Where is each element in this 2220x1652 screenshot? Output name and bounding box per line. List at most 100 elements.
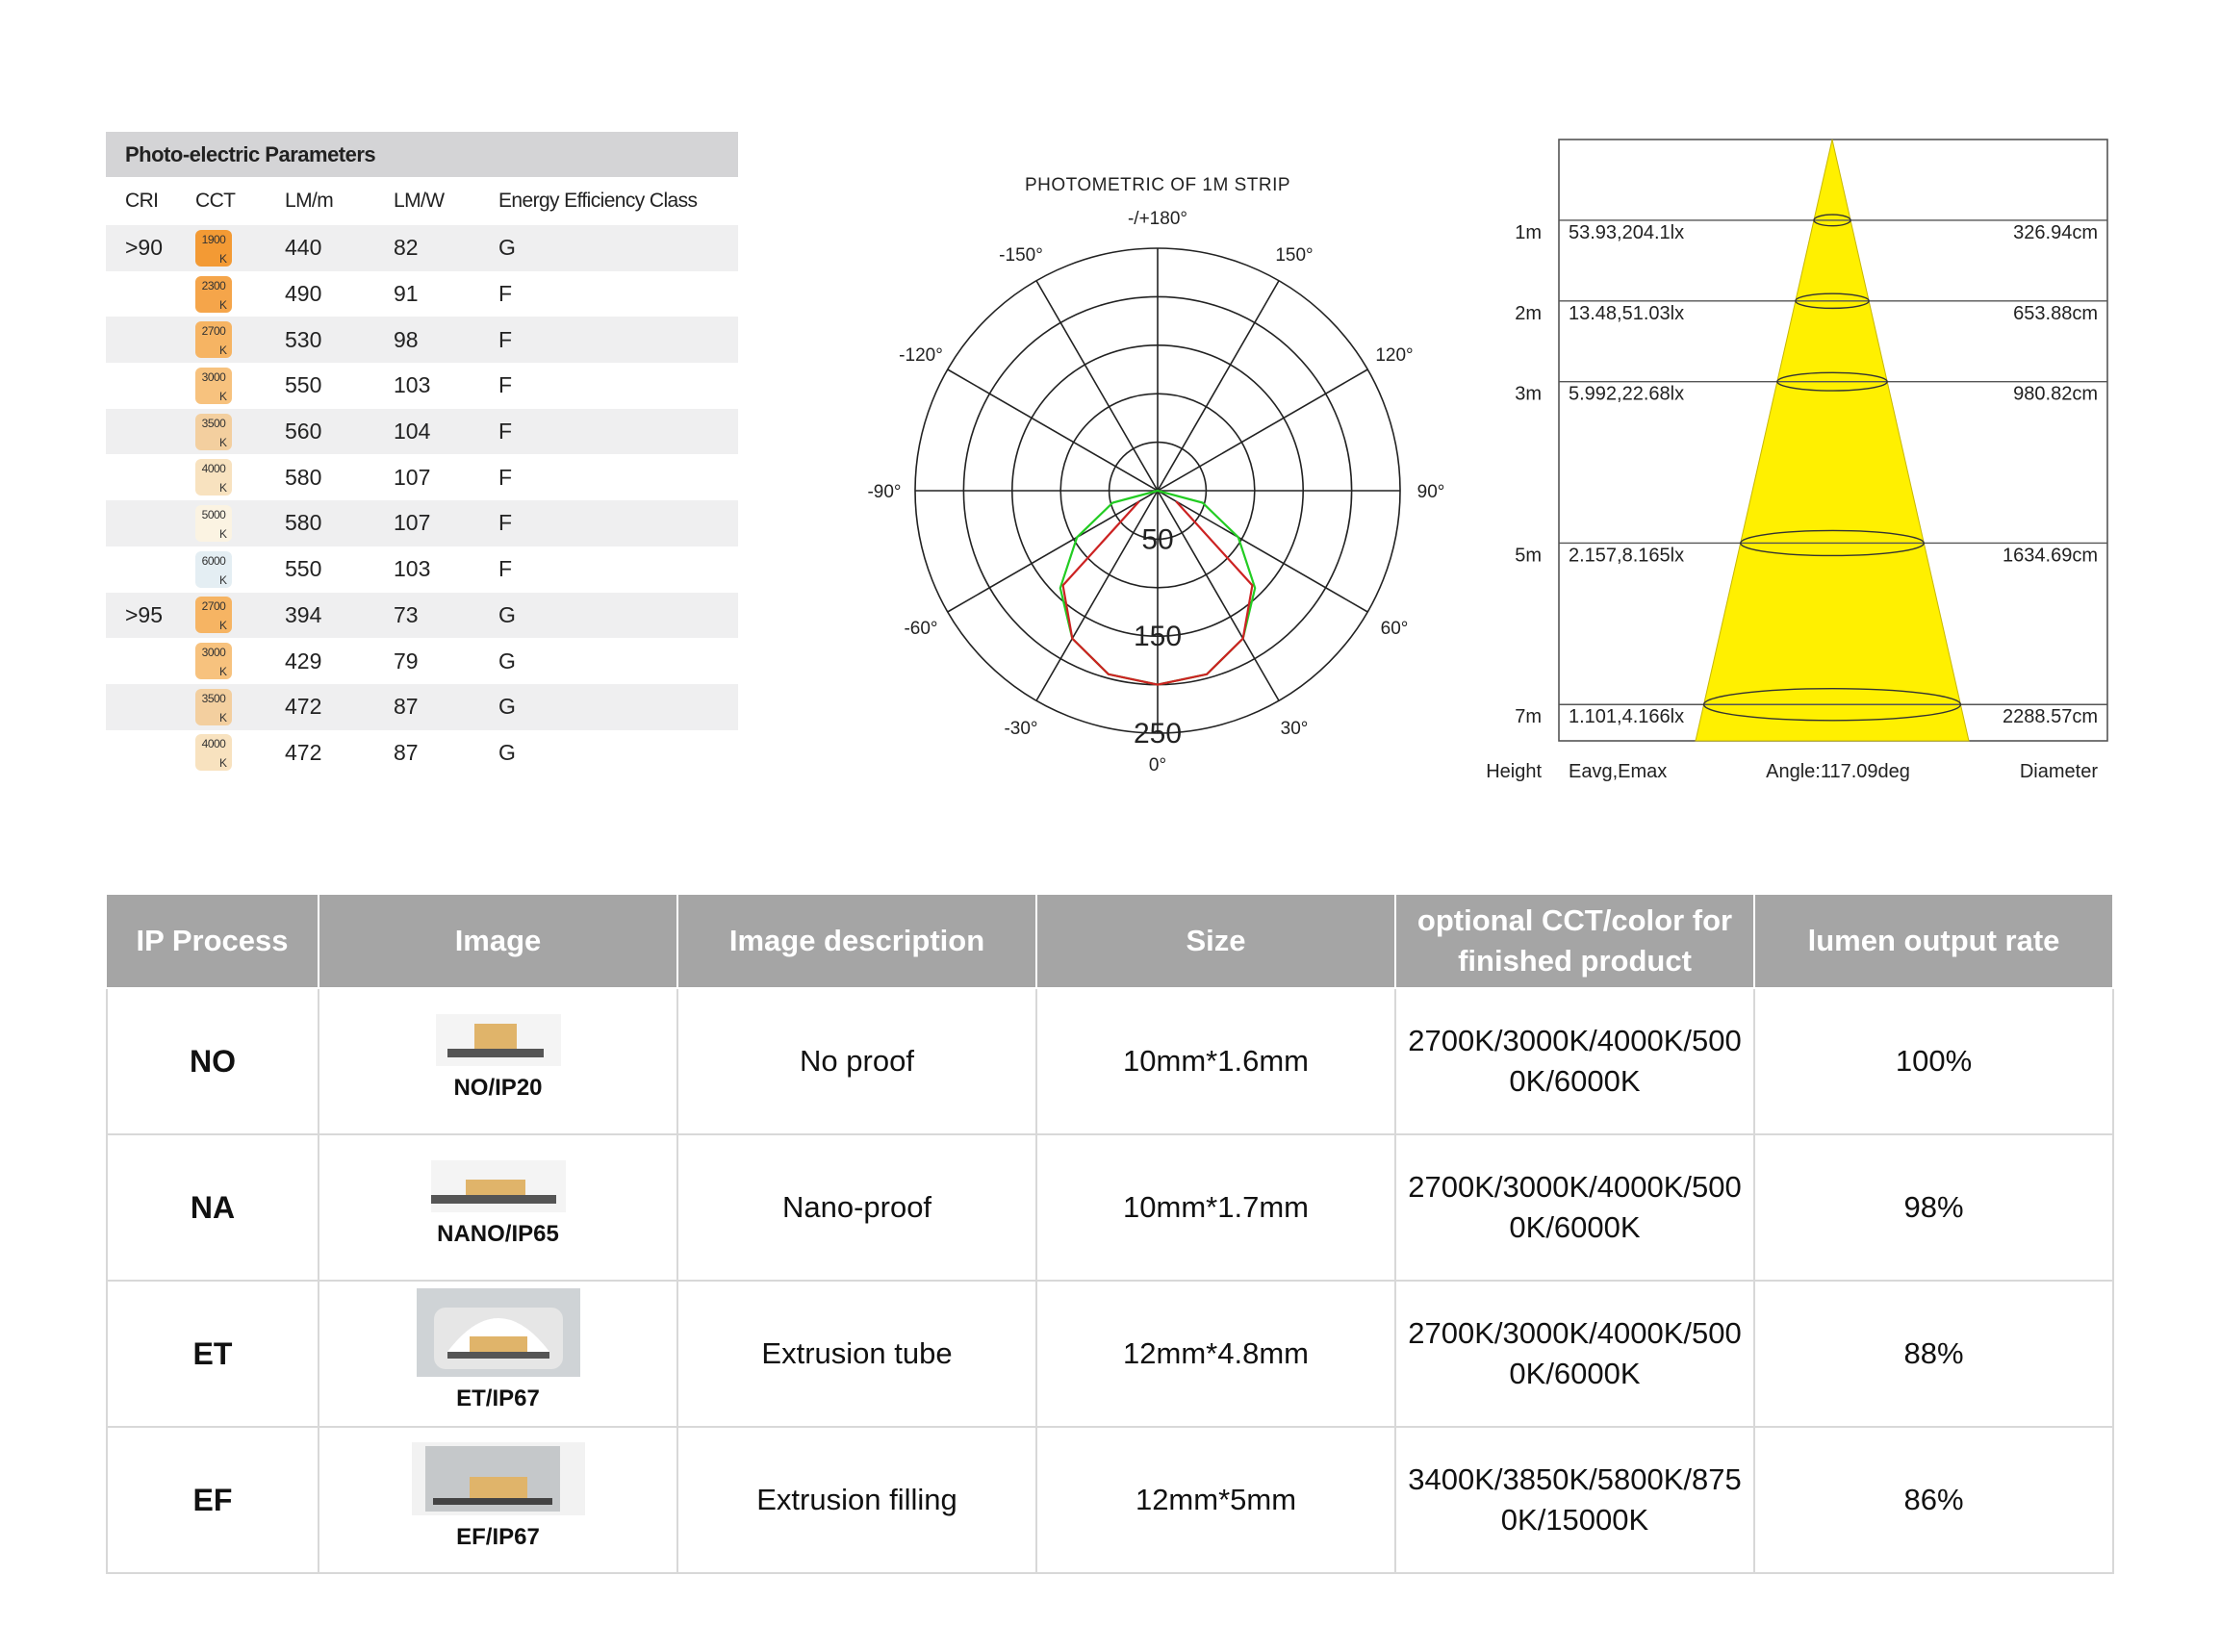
ip-size: 10mm*1.7mm <box>1035 1133 1396 1282</box>
polar-angle-label: -30° <box>1004 719 1037 739</box>
photo-electric-table: Photo-electric Parameters CRI CCT LM/m L… <box>106 132 738 775</box>
cct-color-badge: 2700 K <box>195 597 232 634</box>
cri-value: >95 <box>125 601 164 627</box>
polar-angle-label: -60° <box>904 619 937 639</box>
cct-color-badge: 2300 K <box>195 275 232 313</box>
cct-color-badge: 4000 K <box>195 734 232 772</box>
polar-angle-label: 60° <box>1381 619 1409 639</box>
cct-color-badge: 3500 K <box>195 688 232 725</box>
lm-per-w-value: 87 <box>394 694 419 720</box>
cone-height-label: 1m <box>1515 222 1542 243</box>
ip-cct-options: 2700K/3000K/4000K/5000K/6000K <box>1394 987 1755 1135</box>
ip-image: NANO/IP65 <box>327 1160 669 1255</box>
cct-badge-unit: K <box>218 526 227 541</box>
ip-process-code: NO <box>106 987 319 1135</box>
cone-diameter-label: 1634.69cm <box>2003 545 2098 566</box>
cone-eavg-emax-label: 2.157,8.165lx <box>1569 545 1684 566</box>
ip-header-image: Image <box>318 893 678 989</box>
polar-angle-label: 90° <box>1417 482 1445 502</box>
cct-cell: 2300 K <box>193 275 285 313</box>
ip-cct-options: 2700K/3000K/4000K/5000K/6000K <box>1394 1133 1755 1282</box>
ip-description: Extrusion tube <box>676 1280 1037 1428</box>
cct-cell: 4000 K <box>193 459 285 496</box>
cct-cell: 5000 K <box>193 504 285 542</box>
ip-header-row: IP Process Image Image description Size … <box>107 893 2114 989</box>
lm-per-w-value: 79 <box>394 648 419 674</box>
ip-lumen-rate: 100% <box>1753 987 2114 1135</box>
lm-per-m-value: 530 <box>285 326 322 352</box>
ip-image: EF/IP67 <box>327 1442 669 1558</box>
lm-per-w-value: 107 <box>394 510 431 536</box>
cone-height-label: 5m <box>1515 545 1542 566</box>
eec-value: F <box>498 419 513 445</box>
cone-height-label: 3m <box>1515 384 1542 405</box>
lm-per-m-value: 580 <box>285 464 322 490</box>
cct-badge-number: 3000 <box>201 369 226 384</box>
cone-diameter-label: 980.82cm <box>2013 384 2098 405</box>
cct-badge-unit: K <box>218 756 227 771</box>
cct-badge-number: 1900 <box>201 232 226 246</box>
ip-header-cct: optional CCT/color for finished product <box>1394 893 1755 989</box>
photo-electric-row: 3000 K 550 103 F <box>106 363 738 409</box>
ip-lumen-rate: 86% <box>1753 1426 2114 1574</box>
cct-color-badge: 3000 K <box>195 643 232 680</box>
lm-per-m-value: 550 <box>285 556 322 582</box>
cct-badge-number: 4000 <box>201 462 226 476</box>
lm-per-w-value: 104 <box>394 419 431 445</box>
photo-electric-row: 5000 K 580 107 F <box>106 500 738 546</box>
polar-angle-label: -150° <box>999 245 1043 266</box>
eec-value: F <box>498 510 513 536</box>
cct-badge-number: 6000 <box>201 553 226 568</box>
lm-per-w-value: 82 <box>394 235 419 261</box>
eec-value: F <box>498 556 513 582</box>
polar-angle-label: -/+180° <box>1128 209 1187 229</box>
photo-electric-row: >95 2700 K 394 73 G <box>106 592 738 639</box>
lm-per-m-value: 472 <box>285 739 322 765</box>
ip-process-code: EF <box>106 1426 319 1574</box>
cct-badge-unit: K <box>218 251 227 266</box>
header-lm-w: LM/W <box>394 190 445 212</box>
cct-badge-unit: K <box>218 665 227 679</box>
cct-cell: 3500 K <box>193 413 285 450</box>
header-cct: CCT <box>195 190 236 212</box>
polar-radial-tick: 50 <box>1141 523 1173 555</box>
ip-description: Nano-proof <box>676 1133 1037 1282</box>
cone-diameter-label: 653.88cm <box>2013 303 2098 324</box>
cone-eavg-emax-label: 13.48,51.03lx <box>1569 303 1684 324</box>
eec-value: G <box>498 648 516 674</box>
photo-electric-row: 3000 K 429 79 G <box>106 638 738 684</box>
polar-radial-tick: 150 <box>1134 621 1182 652</box>
ip-image-cell: NO/IP20 <box>318 987 678 1135</box>
cct-badge-unit: K <box>218 481 227 496</box>
photo-electric-row: 3500 K 472 87 G <box>106 683 738 730</box>
cone-column-label: Angle:117.09deg <box>1766 761 1910 782</box>
ip-cct-options: 2700K/3000K/4000K/5000K/6000K <box>1394 1280 1755 1428</box>
polar-photometric-chart: PHOTOMETRIC OF 1M STRIP 0° 30° 60° 90° 120° 1… <box>867 175 1445 772</box>
polar-angle-label: 0° <box>1149 755 1166 772</box>
cct-color-badge: 1900 K <box>195 229 232 267</box>
polar-chart-title: PHOTOMETRIC OF 1M STRIP <box>1025 175 1290 195</box>
cct-badge-number: 3500 <box>201 416 226 430</box>
cct-cell: 2700 K <box>193 597 285 634</box>
lm-per-w-value: 103 <box>394 556 431 582</box>
lm-per-w-value: 98 <box>394 326 419 352</box>
eec-value: F <box>498 372 513 398</box>
lm-per-m-value: 490 <box>285 281 322 307</box>
ip-description: Extrusion filling <box>676 1426 1037 1574</box>
eec-value: G <box>498 601 516 627</box>
ip-table-row: ET ET/IP67 Extrusion tube 12mm*4.8mm 2700K/3… <box>106 1280 2114 1428</box>
cct-badge-number: 2300 <box>201 278 226 292</box>
cct-badge-unit: K <box>218 389 227 403</box>
eec-value: G <box>498 739 516 765</box>
lm-per-w-value: 87 <box>394 739 419 765</box>
cct-badge-number: 5000 <box>201 507 226 521</box>
cct-badge-unit: K <box>218 710 227 724</box>
cct-cell: 3000 K <box>193 367 285 404</box>
ip-process-table: IP Process Image Image description Size … <box>106 893 2114 1574</box>
extrusion-filled-strip-icon <box>411 1442 585 1515</box>
lm-per-m-value: 580 <box>285 510 322 536</box>
cct-cell: 1900 K <box>193 229 285 267</box>
ip-process-code: ET <box>106 1280 319 1428</box>
beam-cone-chart: 1m 53.93,204.1lx 326.94cm 2m 13.48,51.03lx 65… <box>1486 139 2108 782</box>
polar-angle-label: 120° <box>1375 345 1413 366</box>
